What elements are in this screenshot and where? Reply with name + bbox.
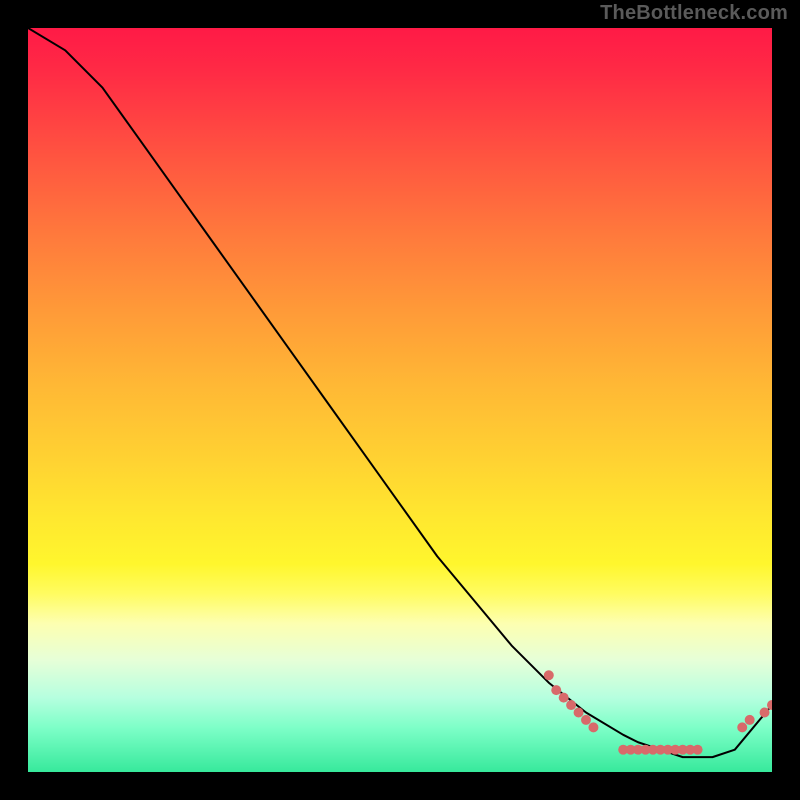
marker-dot: [551, 685, 561, 695]
marker-dot: [745, 715, 755, 725]
marker-dot: [693, 745, 703, 755]
marker-dot: [566, 700, 576, 710]
marker-dot: [588, 722, 598, 732]
marker-dot: [574, 707, 584, 717]
marker-dot: [767, 700, 772, 710]
watermark-text: TheBottleneck.com: [600, 2, 788, 25]
marker-dot: [737, 722, 747, 732]
chart-svg: [28, 28, 772, 772]
marker-dot: [760, 707, 770, 717]
marker-dot: [544, 670, 554, 680]
chart-container: TheBottleneck.com: [0, 0, 800, 800]
plot-area: [28, 28, 772, 772]
marker-dots: [544, 670, 772, 754]
marker-dot: [581, 715, 591, 725]
bottleneck-curve: [28, 28, 772, 757]
marker-dot: [559, 693, 569, 703]
